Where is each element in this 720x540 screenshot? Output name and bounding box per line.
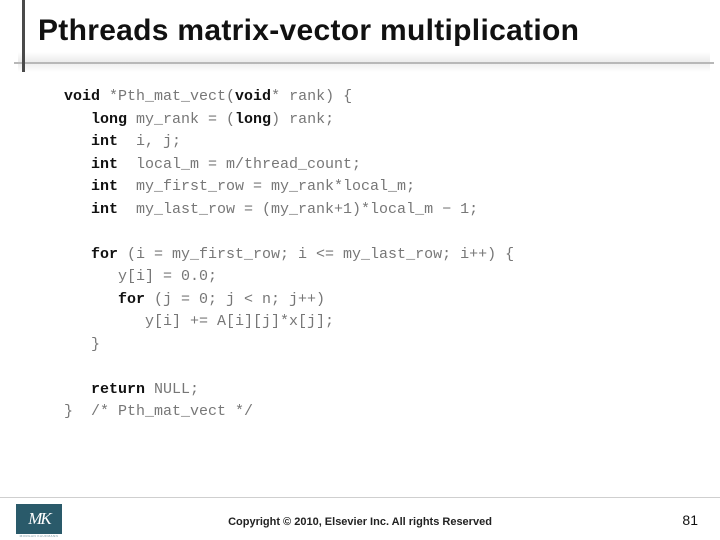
code-text: }	[64, 336, 100, 353]
code-kw: void	[235, 88, 271, 105]
code-kw: int	[64, 178, 118, 195]
code-kw: int	[64, 201, 118, 218]
code-text: } /* Pth_mat_vect */	[64, 403, 253, 420]
code-text: *Pth_mat_vect(	[100, 88, 235, 105]
page-number: 81	[682, 512, 698, 528]
code-text: i, j;	[118, 133, 181, 150]
title-bar: Pthreads matrix-vector multiplication	[38, 14, 702, 72]
page-title: Pthreads matrix-vector multiplication	[38, 14, 702, 48]
code-text: y[i] = 0.0;	[64, 268, 217, 285]
code-kw: for	[64, 246, 118, 263]
code-kw: void	[64, 88, 100, 105]
slide: Pthreads matrix-vector multiplication vo…	[0, 0, 720, 540]
logo-subtext: MORGAN KAUFMANN	[16, 534, 62, 538]
title-left-rule	[22, 0, 25, 72]
code-kw: int	[64, 133, 118, 150]
code-text: (j = 0; j < n; j++)	[145, 291, 325, 308]
footer: MK MORGAN KAUFMANN Copyright © 2010, Els…	[0, 497, 720, 540]
code-text: ) rank;	[271, 111, 334, 128]
code-text: y[i] += A[i][j]*x[j];	[64, 313, 334, 330]
title-horizontal-rule	[14, 62, 714, 64]
code-text: * rank) {	[271, 88, 352, 105]
code-text: NULL;	[145, 381, 199, 398]
code-kw: long	[235, 111, 271, 128]
code-text: (i = my_first_row; i <= my_last_row; i++…	[118, 246, 514, 263]
code-kw: return	[64, 381, 145, 398]
code-text: my_rank = (	[127, 111, 235, 128]
code-text: local_m = m/thread_count;	[118, 156, 361, 173]
code-listing: void *Pth_mat_vect(void* rank) { long my…	[64, 86, 680, 424]
code-text: my_last_row = (my_rank+1)*local_m − 1;	[118, 201, 478, 218]
code-kw: for	[64, 291, 145, 308]
code-text: my_first_row = my_rank*local_m;	[118, 178, 415, 195]
code-kw: int	[64, 156, 118, 173]
copyright-text: Copyright © 2010, Elsevier Inc. All righ…	[0, 516, 720, 528]
code-kw: long	[64, 111, 127, 128]
